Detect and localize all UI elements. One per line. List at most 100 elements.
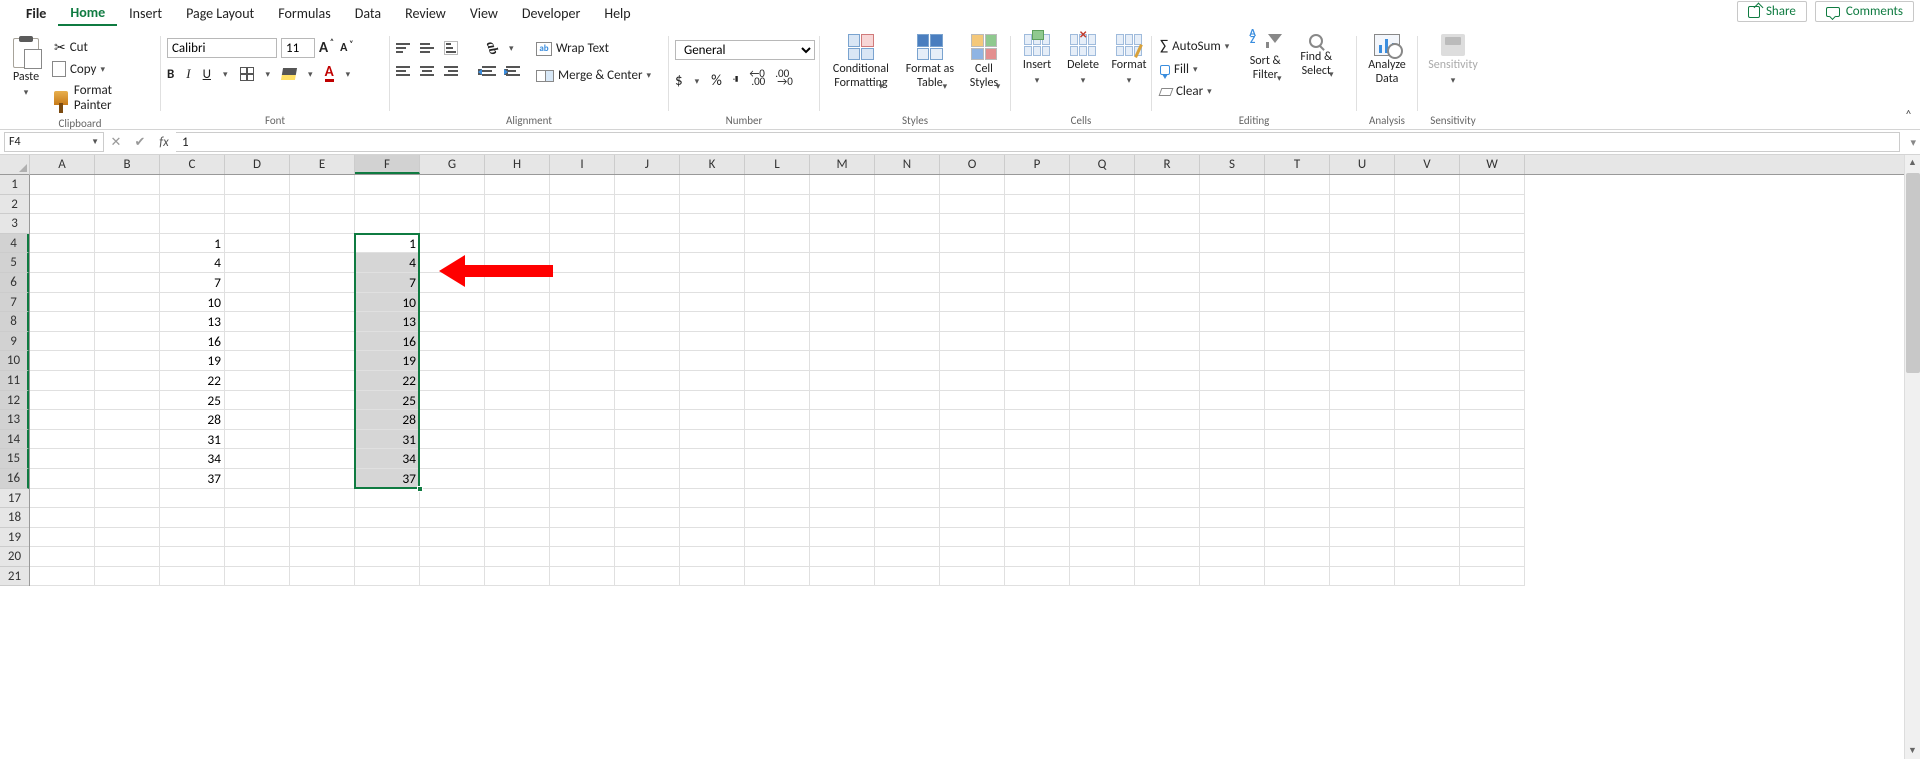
cell-Q14[interactable] — [1070, 430, 1135, 450]
cell-V18[interactable] — [1395, 508, 1460, 528]
cell-E2[interactable] — [290, 195, 355, 215]
cell-K18[interactable] — [680, 508, 745, 528]
cell-J18[interactable] — [615, 508, 680, 528]
cell-N21[interactable] — [875, 567, 940, 587]
cell-G16[interactable] — [420, 469, 485, 489]
cell-H13[interactable] — [485, 410, 550, 430]
fill-dropdown-icon[interactable]: ▾ — [1193, 64, 1198, 75]
tab-insert[interactable]: Insert — [117, 2, 174, 25]
cell-O16[interactable] — [940, 469, 1005, 489]
cell-N7[interactable] — [875, 293, 940, 313]
font-name-input[interactable] — [167, 38, 277, 58]
cell-C10[interactable]: 19 — [160, 351, 225, 371]
tab-developer[interactable]: Developer — [510, 2, 592, 25]
number-format-select[interactable]: General — [675, 40, 815, 60]
cell-Q8[interactable] — [1070, 312, 1135, 332]
cell-B9[interactable] — [95, 332, 160, 352]
cell-K7[interactable] — [680, 293, 745, 313]
cell-G8[interactable] — [420, 312, 485, 332]
row-header-2[interactable]: 2 — [0, 195, 29, 215]
col-header-C[interactable]: C — [160, 155, 225, 174]
cell-J19[interactable] — [615, 528, 680, 548]
cell-E11[interactable] — [290, 371, 355, 391]
col-header-W[interactable]: W — [1460, 155, 1525, 174]
row-header-21[interactable]: 21 — [0, 567, 29, 587]
cell-P9[interactable] — [1005, 332, 1070, 352]
cell-H3[interactable] — [485, 214, 550, 234]
name-box-dropdown-icon[interactable]: ▼ — [91, 137, 99, 147]
cell-O21[interactable] — [940, 567, 1005, 587]
cell-B18[interactable] — [95, 508, 160, 528]
cell-T17[interactable] — [1265, 489, 1330, 509]
scroll-thumb[interactable] — [1906, 173, 1920, 373]
cell-J17[interactable] — [615, 489, 680, 509]
comments-button[interactable]: Comments — [1815, 1, 1914, 22]
cell-E1[interactable] — [290, 175, 355, 195]
cell-E9[interactable] — [290, 332, 355, 352]
cell-K6[interactable] — [680, 273, 745, 293]
cell-P6[interactable] — [1005, 273, 1070, 293]
tab-page-layout[interactable]: Page Layout — [174, 2, 266, 25]
cell-M18[interactable] — [810, 508, 875, 528]
cell-T16[interactable] — [1265, 469, 1330, 489]
format-painter-button[interactable]: Format Painter — [52, 82, 154, 114]
cell-P1[interactable] — [1005, 175, 1070, 195]
row-header-18[interactable]: 18 — [0, 508, 29, 528]
cell-A2[interactable] — [30, 195, 95, 215]
row-headers[interactable]: 123456789101112131415161718192021 — [0, 175, 30, 586]
cell-K15[interactable] — [680, 449, 745, 469]
cell-D16[interactable] — [225, 469, 290, 489]
cell-C7[interactable]: 10 — [160, 293, 225, 313]
cell-D12[interactable] — [225, 391, 290, 411]
autosum-dropdown-icon[interactable]: ▾ — [1225, 41, 1230, 52]
cell-D2[interactable] — [225, 195, 290, 215]
increase-font-icon[interactable]: A˄ — [319, 39, 328, 57]
cell-G3[interactable] — [420, 214, 485, 234]
cell-F1[interactable] — [355, 175, 420, 195]
cell-M15[interactable] — [810, 449, 875, 469]
tab-home[interactable]: Home — [58, 1, 117, 26]
cell-V7[interactable] — [1395, 293, 1460, 313]
cell-L21[interactable] — [745, 567, 810, 587]
cell-R14[interactable] — [1135, 430, 1200, 450]
cell-M8[interactable] — [810, 312, 875, 332]
cell-Q17[interactable] — [1070, 489, 1135, 509]
cell-J13[interactable] — [615, 410, 680, 430]
cell-A15[interactable] — [30, 449, 95, 469]
cell-R12[interactable] — [1135, 391, 1200, 411]
cell-B6[interactable] — [95, 273, 160, 293]
cell-A9[interactable] — [30, 332, 95, 352]
cell-H9[interactable] — [485, 332, 550, 352]
cell-O10[interactable] — [940, 351, 1005, 371]
tab-formulas[interactable]: Formulas — [266, 2, 342, 25]
tab-review[interactable]: Review — [393, 2, 458, 25]
col-header-V[interactable]: V — [1395, 155, 1460, 174]
cell-P21[interactable] — [1005, 567, 1070, 587]
cell-T9[interactable] — [1265, 332, 1330, 352]
cells-area[interactable]: 1144771010131316161919222225252828313134… — [30, 175, 1904, 759]
cell-N1[interactable] — [875, 175, 940, 195]
cell-K8[interactable] — [680, 312, 745, 332]
cell-E16[interactable] — [290, 469, 355, 489]
col-header-Q[interactable]: Q — [1070, 155, 1135, 174]
cell-S15[interactable] — [1200, 449, 1265, 469]
cell-O5[interactable] — [940, 253, 1005, 273]
cell-R17[interactable] — [1135, 489, 1200, 509]
cell-Q11[interactable] — [1070, 371, 1135, 391]
format-as-table-button[interactable]: Format as Table ▾ — [902, 34, 958, 94]
cell-P17[interactable] — [1005, 489, 1070, 509]
cell-N16[interactable] — [875, 469, 940, 489]
cell-P4[interactable] — [1005, 234, 1070, 254]
cell-R18[interactable] — [1135, 508, 1200, 528]
cell-J10[interactable] — [615, 351, 680, 371]
insert-cells-button[interactable]: Insert ▾ — [1017, 34, 1057, 88]
row-header-17[interactable]: 17 — [0, 489, 29, 509]
cell-Q15[interactable] — [1070, 449, 1135, 469]
cell-B5[interactable] — [95, 253, 160, 273]
row-header-1[interactable]: 1 — [0, 175, 29, 195]
cell-P5[interactable] — [1005, 253, 1070, 273]
cell-M13[interactable] — [810, 410, 875, 430]
cell-J14[interactable] — [615, 430, 680, 450]
cell-F16[interactable]: 37 — [355, 469, 420, 489]
row-header-10[interactable]: 10 — [0, 351, 29, 371]
